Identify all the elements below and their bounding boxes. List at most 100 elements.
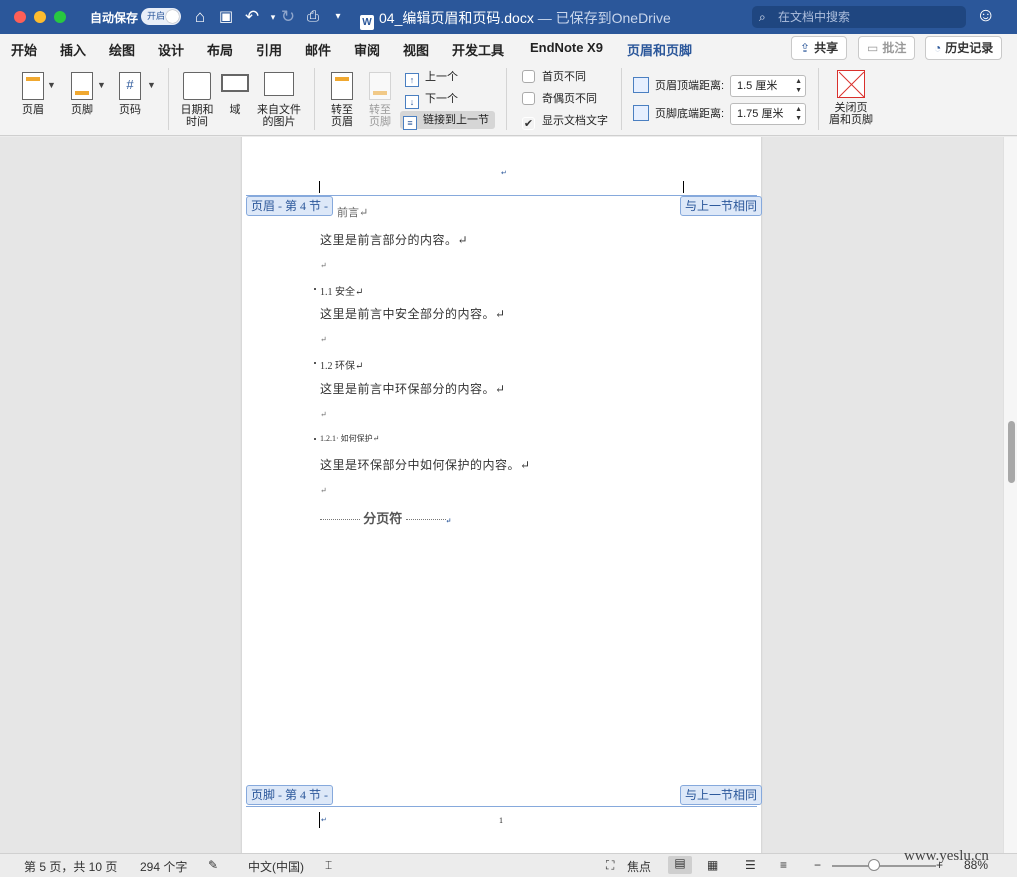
share-label: 共享	[814, 41, 839, 55]
feedback-smiley-icon[interactable]: ☺	[976, 5, 995, 27]
page-break-dots	[320, 519, 360, 520]
tab-design[interactable]: 设计	[158, 40, 184, 59]
footer-dropdown-icon[interactable]: ▼	[97, 80, 106, 90]
ribbon-separator	[314, 68, 315, 130]
tab-layout[interactable]: 布局	[207, 40, 233, 59]
picture-icon	[264, 72, 294, 96]
search-input[interactable]: ⌕ 在文档中搜索	[752, 6, 966, 28]
footer-label: 页脚	[71, 104, 93, 116]
header-dropdown-icon[interactable]: ▼	[47, 80, 56, 90]
print-layout-icon[interactable]: ▤	[668, 856, 692, 874]
header-label: 页眉	[22, 104, 44, 116]
header-position-icon	[633, 77, 649, 93]
stepper-arrows-icon[interactable]: ▲ ▼	[795, 77, 802, 95]
zoom-slider-knob[interactable]	[868, 859, 880, 871]
footer-page-number: 1	[499, 816, 503, 825]
page-info[interactable]: 第 5 页，共 10 页	[24, 858, 117, 875]
document-page[interactable]: ↵ 页眉 - 第 4 节 - 与上一节相同 前言↵ 这里是前言部分的内容。↵ ↵…	[242, 137, 763, 853]
stepper-arrows-icon[interactable]: ▲ ▼	[795, 105, 802, 123]
share-button[interactable]: ⇪ 共享	[791, 36, 848, 60]
page-break-dots	[405, 519, 446, 520]
link-to-previous-button[interactable]: ≡ 链接到上一节	[400, 111, 495, 130]
header-button[interactable]: 页眉	[13, 72, 53, 116]
tab-insert[interactable]: 插入	[60, 40, 86, 59]
heading-bullet	[314, 362, 316, 364]
page-number-label: 页码	[119, 104, 141, 116]
proofing-icon[interactable]: ✎	[208, 858, 218, 872]
field-button[interactable]: 域	[220, 74, 250, 116]
close-header-footer-button[interactable]: 关闭页 眉和页脚	[826, 70, 876, 126]
word-doc-icon: W	[360, 15, 374, 30]
page-number-dropdown-icon[interactable]: ▼	[147, 80, 156, 90]
tab-references[interactable]: 引用	[256, 40, 282, 59]
zoom-out-icon[interactable]: −	[814, 858, 821, 872]
language[interactable]: 中文(中国)	[248, 858, 304, 875]
outline-view-icon[interactable]: ☰	[745, 858, 756, 872]
ribbon-separator	[818, 68, 819, 130]
tab-view[interactable]: 视图	[403, 40, 429, 59]
document-canvas[interactable]: ↵ 页眉 - 第 4 节 - 与上一节相同 前言↵ 这里是前言部分的内容。↵ ↵…	[0, 137, 1003, 853]
tab-draw[interactable]: 绘图	[109, 40, 135, 59]
close-window-button[interactable]	[14, 11, 26, 23]
footer-button[interactable]: 页脚	[62, 72, 102, 116]
undo-icon[interactable]: ↶	[241, 6, 263, 28]
next-icon: ↓	[405, 95, 419, 109]
focus-label[interactable]: 焦点	[627, 858, 651, 875]
vertical-scrollbar[interactable]	[1003, 137, 1017, 853]
tab-mailings[interactable]: 邮件	[305, 40, 331, 59]
tab-developer[interactable]: 开发工具	[452, 40, 504, 59]
different-odd-even-checkbox[interactable]: 奇偶页不同	[522, 92, 597, 106]
tab-review[interactable]: 审阅	[354, 40, 380, 59]
header-icon	[22, 72, 44, 100]
word-count[interactable]: 294 个字	[140, 858, 187, 875]
goto-footer-button[interactable]: 转至 页脚	[362, 72, 398, 128]
minimize-window-button[interactable]	[34, 11, 46, 23]
tab-endnote[interactable]: EndNote X9	[530, 40, 603, 55]
paragraph: 这里是前言部分的内容。↵	[320, 233, 469, 247]
footer-icon	[71, 72, 93, 100]
accessibility-icon[interactable]: ⌶	[325, 858, 332, 873]
different-odd-even-label: 奇偶页不同	[542, 93, 597, 105]
print-icon[interactable]: ⎙	[302, 6, 324, 28]
preface-heading: 前言↵	[337, 207, 369, 219]
picture-from-file-button[interactable]: 来自文件 的图片	[254, 72, 304, 128]
footer-same-as-previous-tag: 与上一节相同	[680, 785, 763, 805]
customize-toolbar-icon[interactable]: ▾	[327, 6, 349, 28]
zoom-window-button[interactable]	[54, 11, 66, 23]
ribbon-separator	[506, 68, 507, 130]
header-from-top-stepper[interactable]: 1.5 厘米 ▲ ▼	[730, 75, 806, 97]
tab-home[interactable]: 开始	[11, 40, 37, 59]
web-layout-icon[interactable]: ▦	[707, 858, 718, 872]
scroll-thumb[interactable]	[1008, 421, 1015, 483]
draft-view-icon[interactable]: ≡	[780, 858, 787, 872]
history-icon: ◔	[934, 41, 942, 55]
autosave-toggle[interactable]: 开启	[141, 8, 181, 25]
save-icon[interactable]: ▣	[215, 6, 237, 28]
tab-header-footer[interactable]: 页眉和页脚	[627, 40, 693, 65]
comments-button[interactable]: ▭ 批注	[858, 36, 916, 60]
different-first-page-checkbox[interactable]: 首页不同	[522, 70, 586, 84]
previous-section-button[interactable]: ↑ 上一个	[405, 68, 458, 87]
history-button[interactable]: ◔ 历史记录	[925, 36, 1003, 60]
next-section-button[interactable]: ↓ 下一个	[405, 90, 458, 109]
footer-from-bottom-stepper[interactable]: 1.75 厘米 ▲ ▼	[730, 103, 806, 125]
field-icon	[221, 74, 249, 92]
title-bar: 自动保存 开启 ⌂ ▣ ↶ ▾ ↻ ⎙ ▾ W 04_编辑页眉和页码.docx —…	[0, 0, 1017, 34]
home-icon[interactable]: ⌂	[189, 6, 211, 28]
heading-1-2-1: 1.2.1· 如何保护↵	[314, 433, 379, 444]
comment-icon: ▭	[867, 41, 879, 55]
date-time-button[interactable]: 日期和 时间	[176, 72, 218, 128]
show-document-text-label: 显示文档文字	[542, 115, 608, 127]
calendar-clock-icon	[183, 72, 211, 100]
empty-paragraph: ↵	[320, 335, 327, 344]
page-number-button[interactable]: 页码	[110, 72, 150, 116]
show-document-text-checkbox[interactable]: ✔ 显示文档文字	[522, 114, 608, 130]
zoom-slider[interactable]	[832, 865, 936, 867]
header-same-as-previous-tag: 与上一节相同	[680, 196, 763, 216]
focus-icon[interactable]: ⛶	[606, 858, 614, 873]
goto-header-button[interactable]: 转至 页眉	[324, 72, 360, 128]
status-bar: 第 5 页，共 10 页 294 个字 ✎ 中文(中国) ⌶ ⛶ 焦点 ▤ ▦ …	[0, 853, 1017, 877]
share-icon: ⇪	[800, 41, 811, 55]
redo-icon[interactable]: ↻	[277, 6, 299, 28]
history-label: 历史记录	[945, 41, 994, 55]
